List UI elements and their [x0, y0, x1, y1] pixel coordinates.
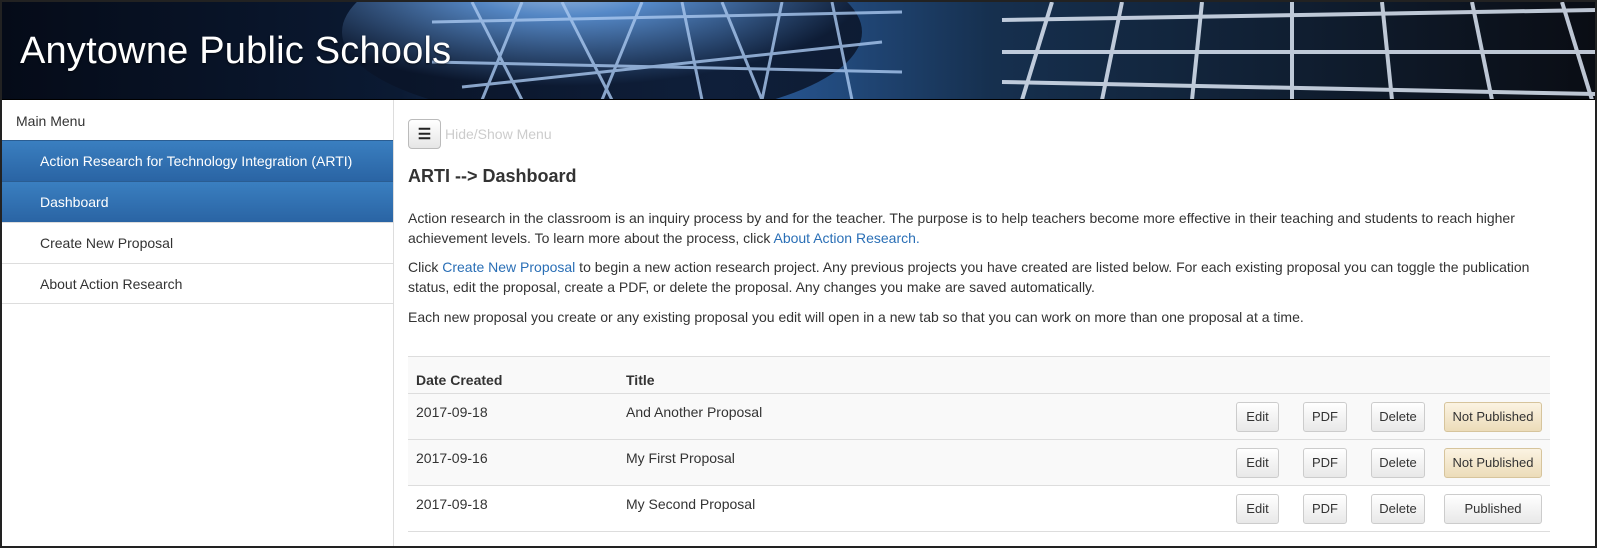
table-row: 2017-09-18 My Second Proposal Edit PDF Del…: [408, 485, 1550, 532]
proposals-table: Date Created Title 2017-09-18 And Anothe…: [408, 356, 1550, 532]
instructions-paragraph: Click Create New Proposal to begin a new…: [408, 257, 1538, 297]
cell-title: My Second Proposal: [618, 485, 1228, 532]
cell-title: My First Proposal: [618, 439, 1228, 486]
publish-toggle-button[interactable]: Not Published: [1444, 448, 1542, 478]
app-window: Anytowne Public Schools Main Menu Action…: [0, 0, 1597, 548]
page-title: ARTI --> Dashboard: [408, 166, 577, 186]
cell-date: 2017-09-16: [408, 439, 618, 486]
sidebar-title: Main Menu: [16, 113, 86, 129]
intro-text: Action research in the classroom is an i…: [408, 210, 1515, 246]
sidebar-item-dashboard[interactable]: Dashboard: [2, 181, 393, 222]
table-header-row: Date Created Title: [408, 356, 1550, 394]
publish-toggle-button[interactable]: Published: [1444, 494, 1542, 524]
column-header-actions: [1228, 356, 1550, 394]
main-content: ☰ Hide/Show Menu ARTI --> Dashboard Acti…: [408, 100, 1550, 532]
intro-paragraph: Action research in the classroom is an i…: [408, 208, 1528, 248]
pdf-button[interactable]: PDF: [1303, 448, 1347, 478]
delete-button[interactable]: Delete: [1371, 494, 1425, 524]
header-banner: Anytowne Public Schools: [2, 2, 1595, 100]
sidebar-item-arti[interactable]: Action Research for Technology Integrati…: [2, 140, 393, 181]
hide-show-menu-label[interactable]: Hide/Show Menu: [445, 126, 552, 142]
edit-button[interactable]: Edit: [1236, 494, 1279, 524]
menu-toggle-row: ☰ Hide/Show Menu: [408, 119, 1548, 149]
cell-date: 2017-09-18: [408, 485, 618, 532]
pdf-button[interactable]: PDF: [1303, 402, 1347, 432]
table-row: 2017-09-16 My First Proposal Edit PDF Dele…: [408, 439, 1550, 486]
sidebar-item-about-action-research[interactable]: About Action Research: [2, 263, 393, 304]
site-title: Anytowne Public Schools: [20, 30, 452, 72]
table-row: 2017-09-18 And Another Proposal Edit PDF D…: [408, 393, 1550, 440]
about-action-research-link[interactable]: About Action Research.: [773, 230, 919, 246]
hamburger-icon: ☰: [417, 126, 432, 143]
delete-button[interactable]: Delete: [1371, 448, 1425, 478]
cell-title: And Another Proposal: [618, 393, 1228, 440]
cell-actions: Edit PDF Delete Not Published: [1228, 439, 1550, 486]
sidebar: Main Menu Action Research for Technology…: [2, 100, 394, 546]
instructions-text: to begin a new action research project. …: [408, 259, 1530, 295]
cell-date: 2017-09-18: [408, 393, 618, 440]
cell-actions: Edit PDF Delete Published: [1228, 485, 1550, 532]
instructions-prefix: Click: [408, 259, 443, 275]
tab-note-paragraph: Each new proposal you create or any exis…: [408, 309, 1304, 325]
hamburger-button[interactable]: ☰: [408, 119, 441, 149]
column-header-date: Date Created: [408, 356, 618, 394]
sidebar-item-create-new-proposal[interactable]: Create New Proposal: [2, 222, 393, 263]
create-new-proposal-link[interactable]: Create New Proposal: [442, 259, 575, 275]
edit-button[interactable]: Edit: [1236, 402, 1279, 432]
delete-button[interactable]: Delete: [1371, 402, 1425, 432]
publish-toggle-button[interactable]: Not Published: [1444, 402, 1542, 432]
edit-button[interactable]: Edit: [1236, 448, 1279, 478]
cell-actions: Edit PDF Delete Not Published: [1228, 393, 1550, 440]
column-header-title: Title: [618, 356, 1228, 394]
pdf-button[interactable]: PDF: [1303, 494, 1347, 524]
